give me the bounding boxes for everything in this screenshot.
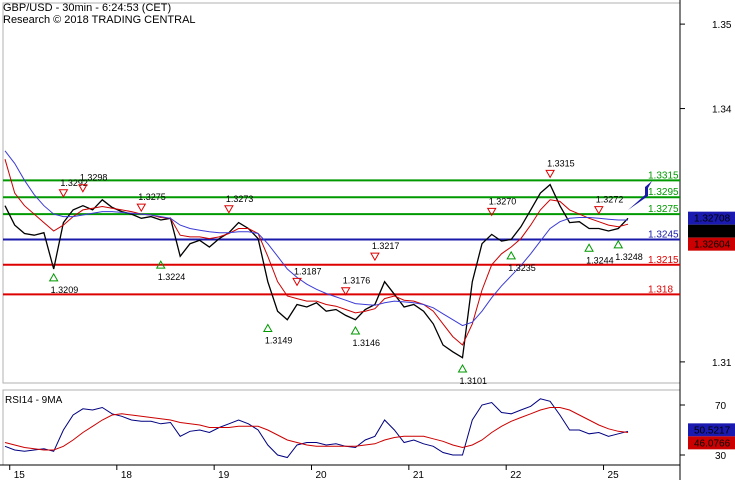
pivot-label: 1.3248	[615, 252, 643, 262]
support-marker	[613, 239, 624, 249]
pivot-label: 1.3149	[265, 336, 293, 346]
rsi-line-0	[4, 398, 629, 459]
pivot-label: 1.3235	[508, 263, 536, 273]
x-tick-label: 19	[218, 470, 230, 480]
price-tag-label: 1.32604	[694, 240, 731, 251]
resistance-marker	[593, 206, 604, 215]
pivot-label: 1.3272	[596, 195, 624, 205]
pivot-label: 1.3270	[489, 196, 517, 206]
x-tick-label: 18	[121, 470, 133, 480]
pivot-label: 1.3209	[51, 285, 79, 295]
pivot-label: 1.3176	[343, 276, 371, 286]
pivot-label: 1.3217	[372, 241, 400, 251]
support-marker	[506, 250, 517, 260]
y-tick-label: 1.35	[712, 20, 732, 31]
support-marker	[457, 364, 468, 373]
resistance-marker	[545, 169, 555, 179]
level-label: 1.318	[648, 284, 673, 295]
resistance-marker	[58, 189, 69, 198]
resistance-marker	[370, 252, 380, 262]
x-tick-label: 21	[413, 470, 425, 480]
support-marker	[48, 272, 59, 282]
support-marker	[584, 243, 594, 252]
support-marker	[350, 326, 361, 335]
rsi-panel-title: RSI14 - 9MA	[5, 395, 63, 406]
y-tick-label: 1.31	[712, 358, 732, 369]
resistance-marker	[136, 203, 147, 213]
series-line-1	[4, 159, 629, 346]
main-panel-frame	[2, 2, 681, 384]
x-tick-label: 20	[316, 470, 328, 480]
rsi-tick-label: 30	[715, 451, 727, 462]
price-chart: RSI14 - 9MA 1.3315 1.3295 1.3275 1.3245 1.32…	[0, 0, 735, 480]
rsi-panel-frame	[2, 389, 681, 466]
pivot-label: 1.3146	[352, 338, 380, 348]
pivot-label: 1.3244	[586, 255, 614, 265]
resistance-marker	[224, 205, 234, 214]
pivot-label: 1.3224	[158, 272, 186, 282]
x-tick-label: 22	[510, 470, 522, 480]
price-tag-label: 1.32708	[694, 214, 731, 225]
price-tag-label: 50.5217	[694, 425, 731, 436]
level-label: 1.3295	[648, 187, 679, 198]
level-label: 1.3245	[648, 229, 679, 240]
price-tag-label: 46.0766	[694, 438, 731, 449]
rsi-line-1	[4, 407, 629, 451]
y-tick-label: 1.34	[712, 105, 732, 116]
x-tick-label: 15	[14, 470, 26, 480]
pivot-label: 1.3101	[460, 376, 488, 386]
x-tick-label: 25	[608, 470, 620, 480]
pivot-label: 1.3275	[138, 192, 166, 202]
pivot-label: 1.3298	[80, 173, 108, 183]
support-marker	[262, 323, 273, 333]
rsi-tick-label: 70	[715, 401, 727, 412]
level-label: 1.3315	[648, 170, 679, 181]
pivot-label: 1.3273	[226, 194, 254, 204]
level-label: 1.3215	[648, 255, 679, 266]
level-label: 1.3275	[648, 204, 679, 215]
price-tag-label: 1.3263	[694, 227, 725, 238]
pivot-label: 1.3315	[547, 158, 575, 168]
pivot-label: 1.3187	[294, 266, 322, 276]
